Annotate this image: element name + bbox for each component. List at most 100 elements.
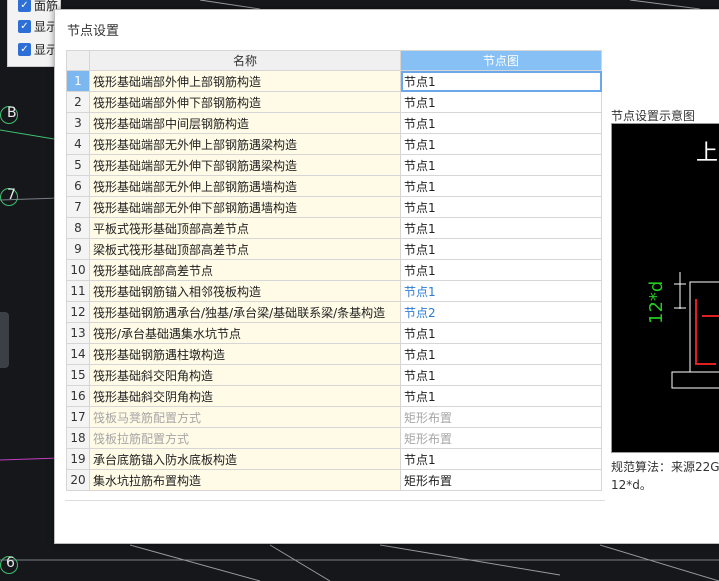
node-value-cell[interactable]: 矩形布置 bbox=[400, 469, 602, 491]
checkbox-checked-icon[interactable]: ✓ bbox=[18, 19, 31, 33]
row-number[interactable]: 13 bbox=[66, 322, 90, 344]
dialog-title: 节点设置 bbox=[67, 24, 120, 39]
setting-name-cell[interactable]: 筏形基础斜交阴角构造 bbox=[89, 385, 401, 407]
preview-description-line: 规范算法：来源22G bbox=[611, 460, 719, 474]
setting-name-cell[interactable]: 平板式筏形基础顶部高差节点 bbox=[89, 217, 401, 239]
row-number[interactable]: 7 bbox=[66, 196, 90, 218]
row-number[interactable]: 4 bbox=[66, 133, 90, 155]
row-number[interactable]: 11 bbox=[66, 280, 90, 302]
node-value-cell[interactable]: 节点1 bbox=[400, 280, 602, 302]
node-value-cell[interactable]: 节点1 bbox=[400, 238, 602, 260]
node-value-cell[interactable]: 矩形布置 bbox=[400, 427, 602, 449]
axis-label-6: 6 bbox=[6, 555, 15, 571]
side-collapse-handle[interactable] bbox=[0, 312, 9, 368]
table-row[interactable]: 6 筏形基础端部无外伸上部钢筋遇墙构造 节点1 bbox=[66, 175, 602, 197]
table-row[interactable]: 7 筏形基础端部无外伸下部钢筋遇墙构造 节点1 bbox=[66, 196, 602, 218]
diagram-dimension-label: 12*d bbox=[646, 281, 667, 324]
table-row[interactable]: 14 筏形基础钢筋遇柱墩构造 节点1 bbox=[66, 343, 602, 365]
setting-name-cell[interactable]: 梁板式筏形基础顶部高差节点 bbox=[89, 238, 401, 260]
node-value-cell[interactable]: 节点1 bbox=[400, 112, 602, 134]
checkbox-row[interactable]: ✓ 面筋 bbox=[18, 0, 58, 14]
setting-name-cell[interactable]: 筏板马凳筋配置方式 bbox=[89, 406, 401, 428]
setting-name-cell[interactable]: 筏形基础端部无外伸下部钢筋遇梁构造 bbox=[89, 154, 401, 176]
table-row[interactable]: 13 筏形/承台基础遇集水坑节点 节点1 bbox=[66, 322, 602, 344]
setting-name-cell[interactable]: 筏形基础斜交阳角构造 bbox=[89, 364, 401, 386]
node-column-header[interactable]: 节点图 bbox=[400, 50, 602, 71]
node-value-cell[interactable]: 节点1 bbox=[400, 259, 602, 281]
node-value-cell[interactable]: 矩形布置 bbox=[400, 406, 602, 428]
row-number[interactable]: 20 bbox=[66, 469, 90, 491]
table-row[interactable]: 3 筏形基础端部中间层钢筋构造 节点1 bbox=[66, 112, 602, 134]
setting-name-cell[interactable]: 筏形基础端部外伸上部钢筋构造 bbox=[89, 70, 401, 92]
setting-name-cell[interactable]: 筏形基础端部无外伸上部钢筋遇梁构造 bbox=[89, 133, 401, 155]
setting-name-cell[interactable]: 筏形基础钢筋遇承台/独基/承台梁/基础联系梁/条基构造 bbox=[89, 301, 401, 323]
setting-name-cell[interactable]: 筏形/承台基础遇集水坑节点 bbox=[89, 322, 401, 344]
layer-display-panel: ✓ 面筋 ✓ 显示 ✓ 显示 bbox=[7, 0, 61, 67]
table-row[interactable]: 5 筏形基础端部无外伸下部钢筋遇梁构造 节点1 bbox=[66, 154, 602, 176]
table-row[interactable]: 20 集水坑拉筋布置构造 矩形布置 bbox=[66, 469, 602, 491]
node-value-cell[interactable]: 节点1 bbox=[400, 154, 602, 176]
setting-name-cell[interactable]: 集水坑拉筋布置构造 bbox=[89, 469, 401, 491]
node-settings-dialog: 节点设置 名称 节点图 1 筏形基础端部外伸上部钢筋构造 节点1 2 筏形基础端部外伸下… bbox=[54, 9, 719, 544]
table-row[interactable]: 16 筏形基础斜交阴角构造 节点1 bbox=[66, 385, 602, 407]
row-number[interactable]: 12 bbox=[66, 301, 90, 323]
row-number[interactable]: 8 bbox=[66, 217, 90, 239]
table-row[interactable]: 15 筏形基础斜交阳角构造 节点1 bbox=[66, 364, 602, 386]
setting-name-cell[interactable]: 筏形基础端部外伸下部钢筋构造 bbox=[89, 91, 401, 113]
table-row[interactable]: 9 梁板式筏形基础顶部高差节点 节点1 bbox=[66, 238, 602, 260]
row-number[interactable]: 5 bbox=[66, 154, 90, 176]
row-number[interactable]: 3 bbox=[66, 112, 90, 134]
setting-name-cell[interactable]: 筏形基础钢筋遇柱墩构造 bbox=[89, 343, 401, 365]
row-number[interactable]: 2 bbox=[66, 91, 90, 113]
row-number[interactable]: 19 bbox=[66, 448, 90, 470]
node-value-cell[interactable]: 节点1 bbox=[400, 133, 602, 155]
node-value-cell[interactable]: 节点1 bbox=[400, 448, 602, 470]
setting-name-cell[interactable]: 筏形基础端部无外伸下部钢筋遇墙构造 bbox=[89, 196, 401, 218]
table-row[interactable]: 12 筏形基础钢筋遇承台/独基/承台梁/基础联系梁/条基构造 节点2 bbox=[66, 301, 602, 323]
row-number[interactable]: 10 bbox=[66, 259, 90, 281]
table-row[interactable]: 18 筏板拉筋配置方式 矩形布置 bbox=[66, 427, 602, 449]
checkbox-row[interactable]: ✓ 显示 bbox=[18, 17, 58, 35]
table-row[interactable]: 11 筏形基础钢筋锚入相邻筏板构造 节点1 bbox=[66, 280, 602, 302]
node-settings-table: 名称 节点图 1 筏形基础端部外伸上部钢筋构造 节点1 2 筏形基础端部外伸下部钢筋构造… bbox=[66, 50, 602, 491]
row-number[interactable]: 9 bbox=[66, 238, 90, 260]
node-value-cell[interactable]: 节点1 bbox=[400, 217, 602, 239]
checkbox-checked-icon[interactable]: ✓ bbox=[18, 0, 31, 12]
checkbox-row[interactable]: ✓ 显示 bbox=[18, 40, 58, 58]
node-diagram-drawing: 上部 12*d bbox=[646, 141, 719, 389]
name-column-header[interactable]: 名称 bbox=[89, 50, 401, 71]
node-value-cell[interactable]: 节点1 bbox=[400, 196, 602, 218]
row-number[interactable]: 17 bbox=[66, 406, 90, 428]
node-diagram-preview: 上部 12*d bbox=[611, 123, 719, 453]
row-number[interactable]: 14 bbox=[66, 343, 90, 365]
row-number[interactable]: 6 bbox=[66, 175, 90, 197]
node-value-cell[interactable]: 节点1 bbox=[400, 385, 602, 407]
checkbox-checked-icon[interactable]: ✓ bbox=[18, 42, 31, 56]
node-value-cell[interactable]: 节点1 bbox=[400, 343, 602, 365]
row-number[interactable]: 15 bbox=[66, 364, 90, 386]
setting-name-cell[interactable]: 筏板拉筋配置方式 bbox=[89, 427, 401, 449]
row-number[interactable]: 18 bbox=[66, 427, 90, 449]
setting-name-cell[interactable]: 筏形基础钢筋锚入相邻筏板构造 bbox=[89, 280, 401, 302]
table-row[interactable]: 19 承台底筋锚入防水底板构造 节点1 bbox=[66, 448, 602, 470]
table-row[interactable]: 1 筏形基础端部外伸上部钢筋构造 节点1 bbox=[66, 70, 602, 92]
node-value-cell[interactable]: 节点1 bbox=[400, 175, 602, 197]
table-header-row: 名称 节点图 bbox=[66, 50, 602, 71]
table-row[interactable]: 10 筏形基础底部高差节点 节点1 bbox=[66, 259, 602, 281]
node-value-cell[interactable]: 节点1 bbox=[400, 91, 602, 113]
setting-name-cell[interactable]: 承台底筋锚入防水底板构造 bbox=[89, 448, 401, 470]
table-row[interactable]: 2 筏形基础端部外伸下部钢筋构造 节点1 bbox=[66, 91, 602, 113]
node-value-cell[interactable]: 节点1 bbox=[400, 322, 602, 344]
setting-name-cell[interactable]: 筏形基础端部无外伸上部钢筋遇墙构造 bbox=[89, 175, 401, 197]
table-row[interactable]: 17 筏板马凳筋配置方式 矩形布置 bbox=[66, 406, 602, 428]
preview-description: 规范算法：来源22G 12*d。 bbox=[611, 458, 719, 494]
table-row[interactable]: 4 筏形基础端部无外伸上部钢筋遇梁构造 节点1 bbox=[66, 133, 602, 155]
node-value-cell[interactable]: 节点2 bbox=[400, 301, 602, 323]
setting-name-cell[interactable]: 筏形基础底部高差节点 bbox=[89, 259, 401, 281]
node-value-cell[interactable]: 节点1 bbox=[400, 70, 602, 92]
setting-name-cell[interactable]: 筏形基础端部中间层钢筋构造 bbox=[89, 112, 401, 134]
node-value-cell[interactable]: 节点1 bbox=[400, 364, 602, 386]
row-number[interactable]: 1 bbox=[66, 70, 90, 92]
table-row[interactable]: 8 平板式筏形基础顶部高差节点 节点1 bbox=[66, 217, 602, 239]
row-number[interactable]: 16 bbox=[66, 385, 90, 407]
